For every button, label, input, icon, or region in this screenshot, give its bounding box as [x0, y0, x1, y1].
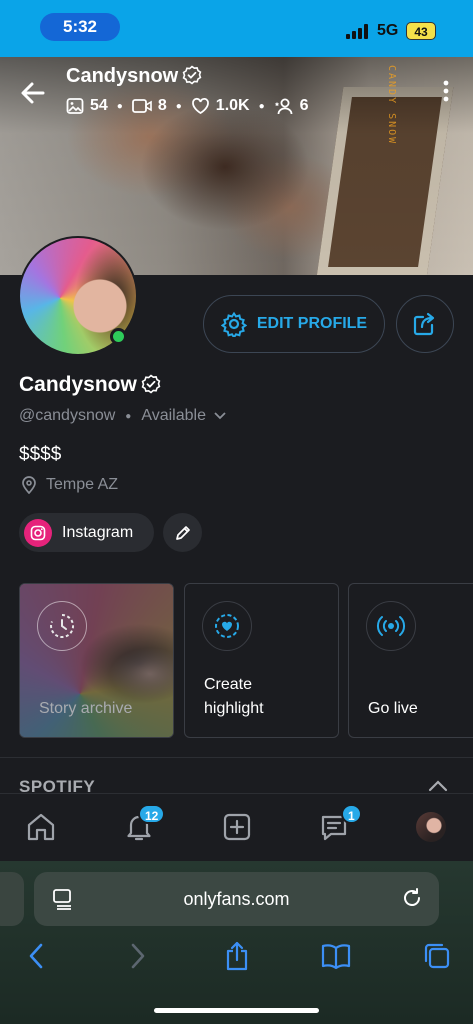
- history-clock-icon: [50, 613, 74, 638]
- stat-separator: ●: [116, 100, 123, 112]
- edit-profile-button[interactable]: EDIT PROFILE: [203, 295, 385, 353]
- cellular-signal-icon: [346, 24, 372, 39]
- image-icon: [66, 98, 84, 114]
- chevron-up-icon[interactable]: [428, 780, 448, 792]
- handle-separator: ●: [125, 410, 132, 422]
- tabs-icon[interactable]: [421, 940, 453, 972]
- verified-badge-icon: [141, 374, 161, 394]
- browser-share-icon[interactable]: [221, 940, 253, 972]
- stat-fans[interactable]: 6: [274, 97, 309, 115]
- heart-circle-icon: [215, 614, 239, 638]
- back-arrow-icon[interactable]: [18, 78, 48, 108]
- edit-social-links-button[interactable]: [163, 513, 202, 552]
- stat-videos-count: 8: [157, 97, 167, 114]
- profile-location: Tempe AZ: [22, 476, 118, 494]
- header-profile-title: Candysnow: [66, 65, 202, 88]
- create-highlight-line1: Create: [204, 676, 253, 693]
- page-menu-icon[interactable]: [52, 888, 74, 910]
- online-status-indicator: [110, 328, 127, 345]
- go-live-icon-wrap: [366, 601, 416, 651]
- pencil-icon: [175, 525, 190, 540]
- video-icon: [131, 99, 152, 113]
- instagram-link[interactable]: Instagram: [19, 513, 154, 552]
- nav-home[interactable]: [24, 810, 58, 844]
- story-archive-card[interactable]: Story archive: [19, 583, 174, 738]
- edit-profile-label: EDIT PROFILE: [256, 315, 368, 332]
- stat-fans-count: 6: [299, 97, 309, 114]
- plus-square-icon: [223, 813, 251, 841]
- stat-photos-count: 54: [90, 97, 108, 114]
- share-profile-button[interactable]: [396, 295, 454, 353]
- status-time: 5:32: [40, 13, 120, 41]
- bottom-navigation: 12 1: [0, 793, 473, 861]
- story-archive-label: Story archive: [39, 700, 133, 717]
- location-pin-icon: [22, 476, 36, 494]
- bookmarks-icon[interactable]: [320, 940, 352, 972]
- create-highlight-icon-wrap: [202, 601, 252, 651]
- header-name-text: Candysnow: [66, 65, 179, 87]
- display-name-text: Candysnow: [19, 373, 137, 396]
- broadcast-icon: [376, 616, 406, 636]
- header-stats: 54 ● 8 ● 1.0K ● 6: [66, 96, 309, 116]
- stat-separator: ●: [175, 100, 182, 112]
- go-live-label: Go live: [368, 700, 418, 717]
- create-highlight-line2: highlight: [204, 700, 264, 717]
- profile-handle: @candysnow: [19, 407, 116, 424]
- user-star-icon: [274, 98, 293, 115]
- section-divider: [0, 757, 473, 758]
- network-type: 5G: [377, 22, 399, 39]
- go-live-card[interactable]: Go live: [348, 583, 473, 738]
- nav-profile[interactable]: [414, 810, 448, 844]
- url-text: onlyfans.com: [183, 888, 290, 909]
- cover-watermark: CANDY SNOW: [386, 65, 397, 146]
- safari-toolbar: onlyfans.com: [0, 861, 473, 1024]
- create-highlight-label: Create highlight: [204, 673, 264, 721]
- home-icon: [27, 813, 55, 841]
- chevron-down-icon[interactable]: [214, 412, 226, 420]
- profile-price: $$$$: [19, 444, 62, 465]
- reload-icon[interactable]: [401, 887, 423, 909]
- more-options-icon[interactable]: [436, 78, 456, 104]
- browser-forward-icon[interactable]: [122, 940, 154, 972]
- create-highlight-card[interactable]: Create highlight: [184, 583, 339, 738]
- location-text: Tempe AZ: [46, 476, 119, 493]
- handle-availability-row: @candysnow ● Available: [19, 407, 226, 425]
- profile-display-name: Candysnow: [19, 373, 161, 397]
- browser-back-icon[interactable]: [20, 940, 52, 972]
- instagram-label: Instagram: [62, 523, 134, 541]
- stat-photos[interactable]: 54: [66, 97, 108, 115]
- instagram-icon: [24, 518, 52, 547]
- previous-tab-preview[interactable]: [0, 872, 24, 926]
- verified-badge-icon: [182, 65, 202, 85]
- messages-badge: 1: [341, 804, 362, 824]
- availability-status[interactable]: Available: [141, 407, 206, 425]
- home-indicator: [154, 1008, 319, 1013]
- story-archive-icon-wrap: [37, 601, 87, 651]
- stat-likes[interactable]: 1.0K: [191, 97, 250, 115]
- address-bar[interactable]: onlyfans.com: [34, 872, 439, 926]
- gear-icon: [220, 311, 247, 337]
- stat-videos[interactable]: 8: [131, 97, 167, 115]
- share-icon: [413, 312, 435, 336]
- stat-separator: ●: [258, 100, 265, 112]
- notifications-badge: 12: [138, 804, 166, 824]
- nav-avatar: [416, 812, 446, 842]
- nav-new-post[interactable]: [220, 810, 254, 844]
- battery-icon: 43: [406, 22, 436, 40]
- heart-icon: [191, 98, 209, 115]
- stat-likes-count: 1.0K: [215, 97, 250, 114]
- ios-status-bar: 5:32 5G 43: [0, 0, 473, 57]
